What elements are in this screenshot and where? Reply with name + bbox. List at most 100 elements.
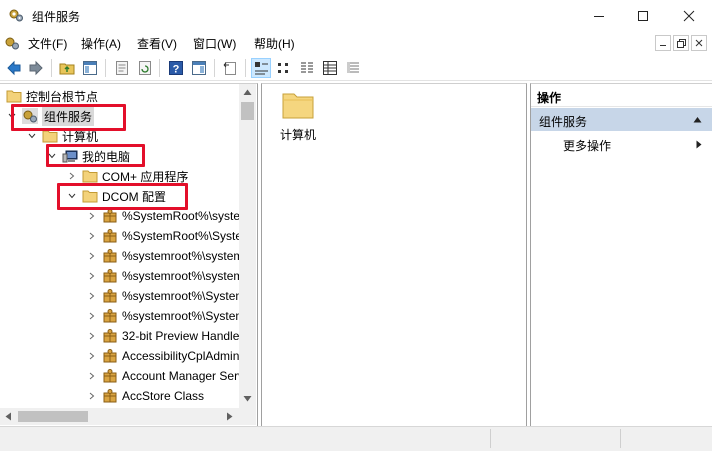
properties-button[interactable] [112,58,132,78]
show-hide-tree-icon [83,61,97,75]
chevron-right-icon[interactable] [86,310,98,322]
chevron-right-icon[interactable] [86,390,98,402]
chevron-right-icon[interactable] [86,330,98,342]
child-restore-button[interactable] [673,35,689,51]
chevron-down-icon[interactable] [46,150,58,162]
more-actions-item[interactable]: 更多操作 [531,133,712,155]
toolbar: ? [0,55,712,81]
tree-node-dcom-item[interactable]: Account Manager Service [86,366,239,386]
tree-label-dcom-item: %systemroot%\System32\ [122,289,239,303]
tree-horizontal-scrollbar[interactable] [0,408,239,425]
folder-icon [82,168,98,184]
tree-node-dcom-item[interactable]: %systemroot%\System32\ [86,286,239,306]
toolbar-separator [159,59,160,77]
chevron-right-icon[interactable] [86,350,98,362]
scroll-left-arrow-icon[interactable] [4,412,12,421]
child-close-button[interactable] [691,35,707,51]
tree-node-dcom-item[interactable]: AccStore Class [86,386,204,406]
tree-label-computers: 计算机 [62,129,99,144]
submenu-arrow-icon [696,140,702,149]
show-hide-action-pane-button[interactable] [189,58,209,78]
package-icon [102,328,118,344]
tree-node-dcom-item[interactable]: %systemroot%\system32\ [86,266,239,286]
detail-view-button[interactable] [320,58,340,78]
tree-label-dcom-item: %systemroot%\system32\ [122,249,239,263]
maximize-icon [638,10,648,21]
tree-label-component-services: 组件服务 [42,106,95,126]
chevron-right-icon[interactable] [66,170,78,182]
menu-action[interactable]: 操作(A) [80,35,122,52]
package-icon [102,308,118,324]
chevron-right-icon[interactable] [86,250,98,262]
tree-label-dcom-item: AccStore Class [122,389,205,403]
menu-help[interactable]: 帮助(H) [253,35,296,52]
filter-view-button[interactable] [343,58,363,78]
tree-node-computers[interactable]: 计算机 [26,126,98,146]
status-bar [0,426,712,451]
toolbar-separator [105,59,106,77]
chevron-right-icon[interactable] [86,290,98,302]
show-hide-tree-button[interactable] [80,58,100,78]
svg-text:?: ? [173,64,180,76]
tree-label-dcom-item: %systemroot%\system32\ [122,269,239,283]
up-one-level-button[interactable] [57,58,77,78]
actions-section-component-services[interactable]: 组件服务 [531,108,712,131]
maximize-button[interactable] [620,0,666,31]
back-button[interactable] [4,58,24,78]
list-view-button[interactable] [297,58,317,78]
tree-node-dcom-item[interactable]: %systemroot%\System32\ [86,306,239,326]
collapse-up-icon[interactable] [693,116,702,123]
scroll-down-arrow-icon[interactable] [243,395,252,403]
tree-node-com-plus-apps[interactable]: COM+ 应用程序 [66,166,188,186]
refresh-icon [139,61,151,75]
large-icons-view-button[interactable] [251,58,271,78]
show-hide-action-pane-icon [192,61,206,75]
tree-vertical-scroll-thumb[interactable] [241,102,254,120]
forward-button[interactable] [26,58,46,78]
tree-pane: 控制台根节点 组件服务 计算机 我的电脑 COM+ 应用程序 DCOM 配置 %… [0,83,258,426]
tree-node-console-root[interactable]: 控制台根节点 [6,86,98,106]
tree-node-component-services[interactable]: 组件服务 [6,106,95,126]
tree-node-dcom-item[interactable]: AccessibilityCplAdmin [86,346,239,366]
actions-header: 操作 [531,84,712,107]
toolbar-separator [51,59,52,77]
chevron-down-icon[interactable] [26,130,38,142]
chevron-right-icon[interactable] [86,270,98,282]
scroll-right-arrow-icon[interactable] [226,412,234,421]
help-button[interactable]: ? [166,58,186,78]
large-folder-icon [282,90,314,123]
chevron-right-icon[interactable] [86,370,98,382]
more-actions-label: 更多操作 [563,139,612,153]
menu-view[interactable]: 查看(V) [136,35,178,52]
export-list-icon [223,62,236,75]
scroll-up-arrow-icon[interactable] [243,88,252,96]
tree-node-dcom-item[interactable]: %SystemRoot%\system32\ [86,206,239,226]
up-folder-icon [59,63,75,75]
close-icon [683,10,695,21]
child-minimize-button[interactable] [655,35,671,51]
toolbar-separator [214,59,215,77]
refresh-button[interactable] [135,58,155,78]
tree-node-my-computer[interactable]: 我的电脑 [46,146,130,166]
tree-node-dcom-item[interactable]: %SystemRoot%\System32\ [86,226,239,246]
close-button[interactable] [666,0,712,31]
tree-vertical-scrollbar[interactable] [239,84,256,408]
chevron-down-icon[interactable] [6,110,18,122]
menu-file[interactable]: 文件(F) [27,35,68,52]
menu-window[interactable]: 窗口(W) [192,35,237,52]
tree-label-dcom-item: %SystemRoot%\system32\ [122,209,239,223]
chevron-right-icon[interactable] [86,230,98,242]
chevron-down-icon[interactable] [66,190,78,202]
mmc-child-window-icon[interactable] [4,35,20,54]
tree-node-dcom-config[interactable]: DCOM 配置 [66,186,166,206]
tree-node-dcom-item[interactable]: %systemroot%\system32\ [86,246,239,266]
export-list-button[interactable] [220,58,240,78]
package-icon [102,248,118,264]
list-view-icon [301,62,313,73]
tree-horizontal-scroll-thumb[interactable] [18,411,88,422]
minimize-button[interactable] [576,0,622,31]
tree-node-dcom-item[interactable]: 32-bit Preview Handler Surrogate Host [86,326,239,346]
chevron-right-icon[interactable] [86,210,98,222]
small-icons-view-button[interactable] [274,58,294,78]
tree-label-com-plus-apps: COM+ 应用程序 [102,169,189,184]
